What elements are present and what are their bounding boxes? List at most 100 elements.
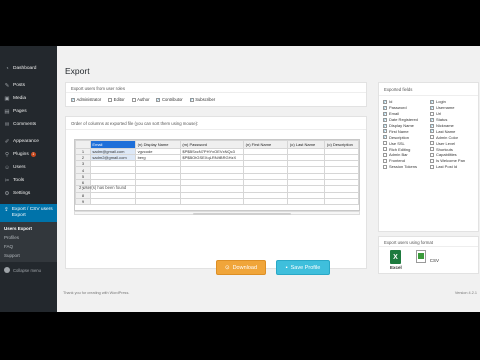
checkbox-empty-icon[interactable] [383, 164, 387, 169]
field-checkbox[interactable]: Last Post Id [430, 164, 480, 170]
field-label: Admin Color [436, 134, 459, 140]
checkbox-empty-icon[interactable] [430, 158, 434, 163]
checkbox-checked-icon[interactable]: ✓ [383, 99, 387, 104]
format-option-csv[interactable]: CSV [415, 250, 440, 270]
checkbox-empty-icon[interactable] [430, 111, 434, 116]
sidebar-item-appearance[interactable]: ✐ Appearance [0, 135, 57, 148]
checkbox-checked-icon[interactable]: ✓ [383, 111, 387, 116]
comment-icon: ✉ [4, 121, 10, 128]
checkbox-empty-icon[interactable] [430, 164, 434, 169]
checkbox-checked-icon[interactable]: ✓ [430, 99, 434, 104]
update-count-badge: 1 [30, 152, 36, 157]
table-cell[interactable]: $P$BSxcN7PHYxOEVxNQc3 [179, 147, 245, 155]
field-label: Username [436, 105, 455, 111]
checkbox-checked-icon[interactable]: ✓ [383, 129, 387, 134]
sidebar-item-plugins[interactable]: ⚲ Plugins 1 [0, 148, 57, 161]
format-label-csv: CSV [429, 258, 440, 263]
sidebar-item-export[interactable]: ⇪ Export / CSV users Export [0, 204, 57, 222]
table-row: 9 [75, 197, 359, 206]
collapse-menu-button[interactable]: Collapse menu [0, 264, 57, 276]
checkbox-empty-icon[interactable] [383, 147, 387, 152]
checkbox-checked-icon[interactable]: ✓ [430, 123, 434, 128]
download-button-label: Download [232, 264, 258, 271]
table-cell[interactable] [243, 197, 289, 206]
roles-panel-header: Export users from user roles [66, 83, 366, 93]
sidebar-item-tools[interactable]: ✂ Tools [0, 174, 57, 187]
submenu-support[interactable]: Support [0, 251, 57, 260]
field-label: Login [436, 99, 446, 105]
role-checkbox[interactable]: ✓ Contributor [156, 97, 183, 102]
field-label: User Level [436, 140, 456, 146]
field-checkbox[interactable]: Session Tokens [383, 164, 430, 170]
field-label: Use SSL [389, 140, 405, 146]
checkbox-empty-icon[interactable] [430, 135, 434, 140]
sidebar-item-label: Settings [13, 191, 31, 196]
submenu-faq[interactable]: FAQ [0, 242, 57, 251]
sidebar-item-settings[interactable]: ⚙ Settings [0, 187, 57, 200]
column-header[interactable]: (n) Display Name [135, 140, 181, 149]
role-checkbox[interactable]: ✓ Administrator [71, 97, 101, 102]
grid-corner [75, 140, 91, 149]
save-profile-button[interactable]: ▪ Save Profile [276, 260, 330, 275]
sidebar-item-media[interactable]: ▣ Media [0, 92, 57, 105]
submenu-users-export[interactable]: Users Export [0, 224, 57, 233]
role-checkbox[interactable]: Editor [108, 97, 125, 102]
checkbox-empty-icon[interactable] [108, 97, 113, 102]
page-title: Export [65, 66, 90, 76]
sidebar-item-label: Plugins [13, 152, 29, 157]
spreadsheet-table[interactable]: Email (n) Display Name (m) Password (n) Fir… [75, 140, 359, 206]
sidebar-item-posts[interactable]: ✎ Posts [0, 79, 57, 92]
sidebar-item-label: Posts [13, 83, 25, 88]
footer-thanks: Thank you for creating with WordPress. [63, 291, 130, 295]
table-cell[interactable] [135, 197, 181, 206]
checkbox-checked-icon[interactable]: ✓ [383, 123, 387, 128]
checkbox-empty-icon[interactable] [383, 158, 387, 163]
roles-checkbox-row: ✓ Administrator Editor Author ✓ Contributor ✓ S… [66, 93, 366, 106]
table-cell[interactable] [287, 197, 326, 206]
column-header[interactable]: (o) Last Name [287, 140, 326, 149]
checkbox-empty-icon[interactable] [383, 141, 387, 146]
checkbox-checked-icon[interactable]: ✓ [156, 97, 161, 102]
fields-panel-header: Exported fields [379, 83, 478, 96]
checkbox-checked-icon[interactable]: ✓ [383, 135, 387, 140]
checkbox-checked-icon[interactable]: ✓ [383, 117, 387, 122]
column-header[interactable]: (o) Description [324, 140, 359, 149]
role-checkbox[interactable]: ✓ Subscriber [189, 97, 215, 102]
column-header[interactable]: (m) Password [179, 140, 245, 149]
checkbox-checked-icon[interactable]: ✓ [430, 129, 434, 134]
collapse-icon [4, 267, 10, 273]
table-cell[interactable]: $P$BOtGSEXqLRN/tBRGHzX [179, 153, 245, 162]
column-header[interactable]: Email [89, 140, 137, 149]
checkbox-checked-icon[interactable]: ✓ [383, 105, 387, 110]
checkbox-empty-icon[interactable] [430, 152, 434, 157]
format-option-excel[interactable]: X Excel [390, 250, 402, 270]
table-cell[interactable] [89, 197, 137, 206]
table-cell[interactable] [324, 197, 359, 206]
checkbox-empty-icon[interactable] [131, 97, 136, 102]
format-panel-header: Export users using format [379, 237, 478, 247]
brush-icon: ✐ [4, 138, 10, 145]
checkbox-empty-icon[interactable] [430, 147, 434, 152]
submenu-profiles[interactable]: Profiles [0, 233, 57, 242]
checkbox-empty-icon[interactable] [430, 141, 434, 146]
sidebar-item-pages[interactable]: ▤ Pages [0, 105, 57, 118]
download-button[interactable]: ⊙ Download [216, 260, 266, 275]
role-checkbox[interactable]: Author [131, 97, 149, 102]
table-cell[interactable] [179, 197, 245, 206]
sidebar-item-comments[interactable]: ✉ Comments [0, 118, 57, 131]
sidebar-item-label: Pages [13, 109, 27, 114]
checkbox-checked-icon[interactable]: ✓ [189, 97, 194, 102]
checkbox-empty-icon[interactable] [383, 152, 387, 157]
checkbox-checked-icon[interactable]: ✓ [430, 117, 434, 122]
column-sort-grid[interactable]: Email (n) Display Name (m) Password (n) Fir… [74, 139, 360, 211]
grid-horizontal-scrollbar[interactable] [74, 211, 360, 215]
sidebar-item-users[interactable]: ☺ Users [0, 161, 57, 174]
checkbox-checked-icon[interactable]: ✓ [71, 97, 75, 102]
scrollbar-thumb[interactable] [193, 212, 291, 215]
sidebar-item-dashboard[interactable]: ◔ Dashboard [0, 62, 57, 75]
checkbox-checked-icon[interactable]: ✓ [430, 105, 434, 110]
field-label: Id [389, 99, 393, 105]
plugin-icon: ⚲ [4, 151, 10, 158]
column-header[interactable]: (n) First Name [243, 140, 289, 149]
settings-icon: ⚙ [4, 190, 10, 197]
